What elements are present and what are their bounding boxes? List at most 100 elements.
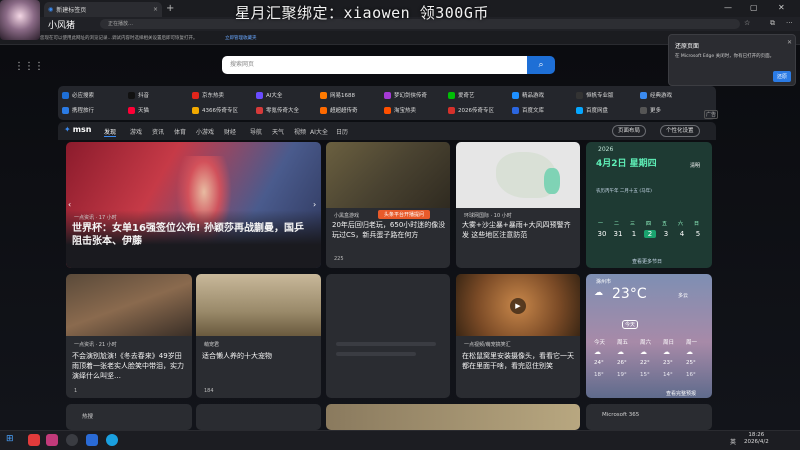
site-icon [62,91,69,99]
main-news-card[interactable]: 一点资讯 · 17 小时 世界杯：女单16强签位公布! 孙颖莎再战蒯曼，国乒阻击… [66,142,321,268]
news-card-squirrel[interactable]: ▶ 一点视频/萌宠搞笑汇 在松鼠窝里安装摄像头，看看它一天都在里面干啥，看完忍住… [456,274,580,398]
msn-tab[interactable]: 发现 [104,127,117,137]
search-button[interactable]: ⌕ [527,56,555,74]
forecast-day: 周六 [640,340,652,346]
site-icon [512,91,519,99]
quick-link[interactable]: 精品游戏 [512,91,544,99]
cloud-icon: ☁ [594,288,603,298]
weekday-label: 四 [646,221,652,227]
page-layout-button[interactable]: 页面布局 [612,125,647,137]
restore-pages-notification: 还原页面 ✕ 在 Microsoft Edge 关闭时，你有已打开的页面。 还原 [668,34,796,86]
msn-tab[interactable]: AI大全 [310,127,328,136]
hot-search-card[interactable]: 热搜 [66,404,192,430]
msn-tab[interactable]: 视频 [294,127,306,136]
app-icon[interactable] [86,434,98,446]
favbar-link[interactable]: 立即管理收藏夹 [225,35,257,41]
quick-link[interactable]: 4366传奇专区 [192,106,238,114]
quick-link[interactable]: 更多 [640,106,661,114]
quick-link[interactable]: 梦幻剑侠传奇 [384,91,427,99]
more-icon[interactable]: ··· [786,19,793,27]
quick-link[interactable]: 经典游戏 [640,91,672,99]
quick-link[interactable]: 百度文库 [512,106,544,114]
site-icon [640,106,647,114]
quick-link[interactable]: 天猫 [128,106,149,114]
weather-widget[interactable]: 滁州市 ☁ 23°C 多云 今天 查看完整预报 今天 24° 18° ☁ 周五 26° 19… [586,274,712,398]
site-icon [128,106,135,114]
tab-new[interactable]: ◉ 新建标签页 × [44,2,162,17]
calendar-day[interactable]: 4 [676,230,688,238]
prev-arrow-icon[interactable]: ‹ [68,200,71,209]
quick-link[interactable]: 抖音 [128,91,149,99]
weekday-label: 一 [598,221,604,227]
msn-logo[interactable]: ✦ msn [64,125,92,134]
restore-button[interactable]: 还原 [773,71,792,82]
close-window-icon[interactable]: ✕ [778,3,785,12]
quick-link[interactable]: 2026传奇专区 [448,106,494,114]
site-icon [384,91,391,99]
forecast-hi: 23° [663,360,673,366]
msn-tab[interactable]: 小游戏 [196,127,214,136]
quick-link[interactable]: 必应搜索 [62,91,94,99]
calendar-day[interactable]: 2 [644,230,656,238]
quick-link[interactable]: 恒帆专业版 [576,91,614,99]
card-title: 世界杯：女单16强签位公布! 孙颖莎再战蒯曼，国乒阻击张本、伊藤 [72,223,304,247]
quick-link[interactable]: AI大全 [256,91,282,99]
quick-link[interactable]: 超超超传奇 [320,106,358,114]
ad-badge: 广告 [704,110,719,119]
quick-link[interactable]: 携程旅行 [62,106,94,114]
quick-link[interactable]: 淘宝热卖 [384,106,416,114]
quick-link[interactable]: 零氪传奇大全 [256,106,299,114]
microsoft-365-card[interactable]: Microsoft 365 [586,404,712,430]
new-tab-button[interactable]: + [166,3,174,14]
site-icon [256,106,263,114]
app-icon[interactable] [28,434,40,446]
windows-start-icon[interactable]: ⊞ [6,434,14,444]
like-count: 225 [334,256,344,262]
msn-tab[interactable]: 体育 [174,127,186,136]
msn-tab[interactable]: 财经 [224,127,236,136]
clock[interactable]: 18:26 2026/4/2 [744,432,769,446]
close-icon[interactable]: ✕ [787,39,792,46]
msn-tab[interactable]: 天气 [272,127,284,136]
butterfly-icon: ✦ [64,125,71,134]
quick-link[interactable]: 百度网盘 [576,106,608,114]
turtle-image [196,274,321,336]
news-card-pets[interactable]: 萌宠君 适合懒人养的十大宠物 184 [196,274,321,398]
personalize-button[interactable]: 个性化设置 [660,125,700,137]
calendar-widget[interactable]: 2026 4月2日 星期四 清明 农历丙午年 二月十五 (马年) 查看更多节日 … [586,142,712,268]
msn-tab[interactable]: 游戏 [130,127,142,136]
msn-tab[interactable]: 日历 [336,127,348,136]
msn-tab[interactable]: 资讯 [152,127,164,136]
maximize-icon[interactable]: ▢ [750,3,758,12]
forecast-day: 周五 [617,340,629,346]
news-card-game[interactable]: 头条平台开播提问 小黑盒游戏 20年后回归老玩，650小时迷的像没玩过CS，新兵… [326,142,450,268]
calendar-day[interactable]: 31 [612,230,624,238]
star-icon[interactable]: ☆ [744,19,750,27]
search-input[interactable]: 搜索网页 [222,56,527,74]
cloud-icon: ☁ [617,348,624,356]
minimize-icon[interactable]: — [724,3,732,12]
apps-grid-icon[interactable]: ⋮⋮⋮ [14,61,44,72]
calendar-day[interactable]: 3 [660,230,672,238]
steam-icon[interactable] [66,434,78,446]
close-icon[interactable]: × [153,6,158,13]
forecast-hi: 26° [617,360,627,366]
collections-icon[interactable]: ⧉ [770,19,775,28]
taskbar [0,430,800,450]
site-icon [448,91,455,99]
calendar-day[interactable]: 30 [596,230,608,238]
quick-link[interactable]: 京东热卖 [192,91,224,99]
quick-link[interactable]: 爱奇艺 [448,91,475,99]
quick-link[interactable]: 网易1688 [320,91,355,99]
calendar-day[interactable]: 1 [628,230,640,238]
news-card-drama[interactable]: 一点资讯 · 21 小时 不会演别尬演!《冬去春来》49岁田雨顶着一张老实人脸笑… [66,274,192,398]
app-icon[interactable] [46,434,58,446]
msn-tab[interactable]: 导航 [250,127,262,136]
edge-icon[interactable] [106,434,118,446]
play-icon[interactable]: ▶ [510,298,526,314]
live-popup[interactable]: 头条平台开播提问 [378,210,431,219]
calendar-day[interactable]: 5 [692,230,704,238]
card-title: 大雾+沙尘暴+暴雨+大风四预警齐发 这些地区注意防范 [462,221,571,239]
next-arrow-icon[interactable]: › [313,200,316,209]
news-card-weather-warning[interactable]: 环球网国际 · 10 小时 大雾+沙尘暴+暴雨+大风四预警齐发 这些地区注意防范 [456,142,580,268]
